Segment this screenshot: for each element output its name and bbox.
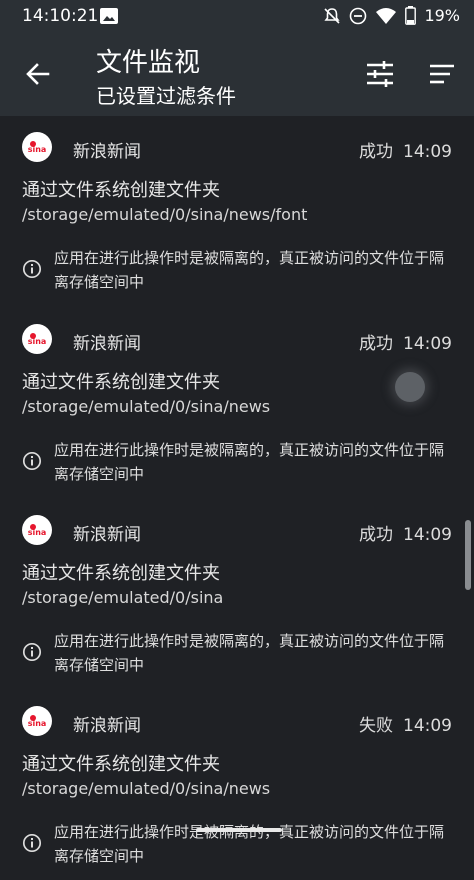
result-status: 失败: [359, 716, 393, 736]
file-path: /storage/emulated/0/sina/news/font: [22, 205, 308, 224]
event-list[interactable]: sina 新浪新闻 成功 14:09 通过文件系统创建文件夹 /storage/e…: [0, 116, 474, 865]
file-path: /storage/emulated/0/sina/news: [22, 779, 271, 798]
svg-text:sina: sina: [28, 719, 47, 728]
action-text: 通过文件系统创建文件夹: [22, 754, 220, 775]
wifi-icon: [376, 7, 397, 24]
status-icons: 19%: [323, 6, 460, 25]
list-item[interactable]: sina 新浪新闻 成功 14:09 通过文件系统创建文件夹 /storage/e…: [0, 308, 474, 498]
app-name: 新浪新闻: [73, 716, 141, 736]
result-time: 成功 14:09: [359, 520, 452, 545]
svg-text:sina: sina: [28, 528, 47, 537]
result-time: 失败 14:09: [359, 711, 452, 736]
status-bar: 14:10:21 19%: [0, 0, 474, 34]
page-subtitle: 已设置过滤条件: [96, 84, 236, 108]
app-logo: sina: [22, 324, 52, 354]
list-item[interactable]: sina 新浪新闻 失败 14:09 通过文件系统创建文件夹 /storage/e…: [0, 690, 474, 880]
battery-percent: 19%: [424, 6, 460, 25]
action-text: 通过文件系统创建文件夹: [22, 563, 220, 584]
event-time: 14:09: [403, 334, 452, 354]
event-time: 14:09: [403, 716, 452, 736]
sina-logo-icon: sina: [28, 141, 47, 154]
result-status: 成功: [359, 525, 393, 545]
list-item[interactable]: sina 新浪新闻 成功 14:09 通过文件系统创建文件夹 /storage/e…: [0, 499, 474, 689]
svg-text:sina: sina: [28, 145, 47, 154]
filter-sliders-icon[interactable]: [364, 58, 396, 90]
scrollbar-thumb[interactable]: [465, 520, 471, 590]
result-time: 成功 14:09: [359, 329, 452, 354]
event-time: 14:09: [403, 142, 452, 162]
info-icon: [22, 642, 42, 662]
photo-icon: [100, 8, 118, 24]
result-time: 成功 14:09: [359, 137, 452, 162]
status-time: 14:10:21: [22, 6, 99, 26]
app-name: 新浪新闻: [73, 142, 141, 162]
touch-indicator: [395, 372, 425, 402]
action-text: 通过文件系统创建文件夹: [22, 372, 220, 393]
svg-text:sina: sina: [28, 337, 47, 346]
app-logo: sina: [22, 706, 52, 736]
file-path: /storage/emulated/0/sina: [22, 588, 224, 607]
action-text: 通过文件系统创建文件夹: [22, 180, 220, 201]
gesture-navigation-bar[interactable]: [196, 828, 282, 832]
sort-icon[interactable]: [426, 60, 458, 90]
app-name: 新浪新闻: [73, 334, 141, 354]
sina-logo-icon: sina: [28, 524, 47, 537]
dnd-icon: [350, 7, 367, 24]
info-icon: [22, 833, 42, 853]
sina-logo-icon: sina: [28, 715, 47, 728]
file-path: /storage/emulated/0/sina/news: [22, 397, 271, 416]
isolation-note: 应用在进行此操作时是被隔离的，真正被访问的文件位于隔离存储空间中: [54, 632, 445, 674]
result-status: 成功: [359, 334, 393, 354]
isolation-note: 应用在进行此操作时是被隔离的，真正被访问的文件位于隔离存储空间中: [54, 249, 445, 291]
page-title: 文件监视: [96, 48, 201, 78]
result-status: 成功: [359, 142, 393, 162]
event-time: 14:09: [403, 525, 452, 545]
back-arrow-icon[interactable]: [22, 58, 54, 90]
app-logo: sina: [22, 515, 52, 545]
list-item[interactable]: sina 新浪新闻 成功 14:09 通过文件系统创建文件夹 /storage/e…: [0, 116, 474, 306]
app-name: 新浪新闻: [73, 525, 141, 545]
info-icon: [22, 259, 42, 279]
isolation-note: 应用在进行此操作时是被隔离的，真正被访问的文件位于隔离存储空间中: [54, 441, 445, 483]
mute-icon: [324, 7, 341, 24]
app-logo: sina: [22, 132, 52, 162]
sina-logo-icon: sina: [28, 333, 47, 346]
app-bar: 文件监视 已设置过滤条件: [0, 34, 474, 116]
battery-icon: [405, 6, 417, 25]
info-icon: [22, 451, 42, 471]
